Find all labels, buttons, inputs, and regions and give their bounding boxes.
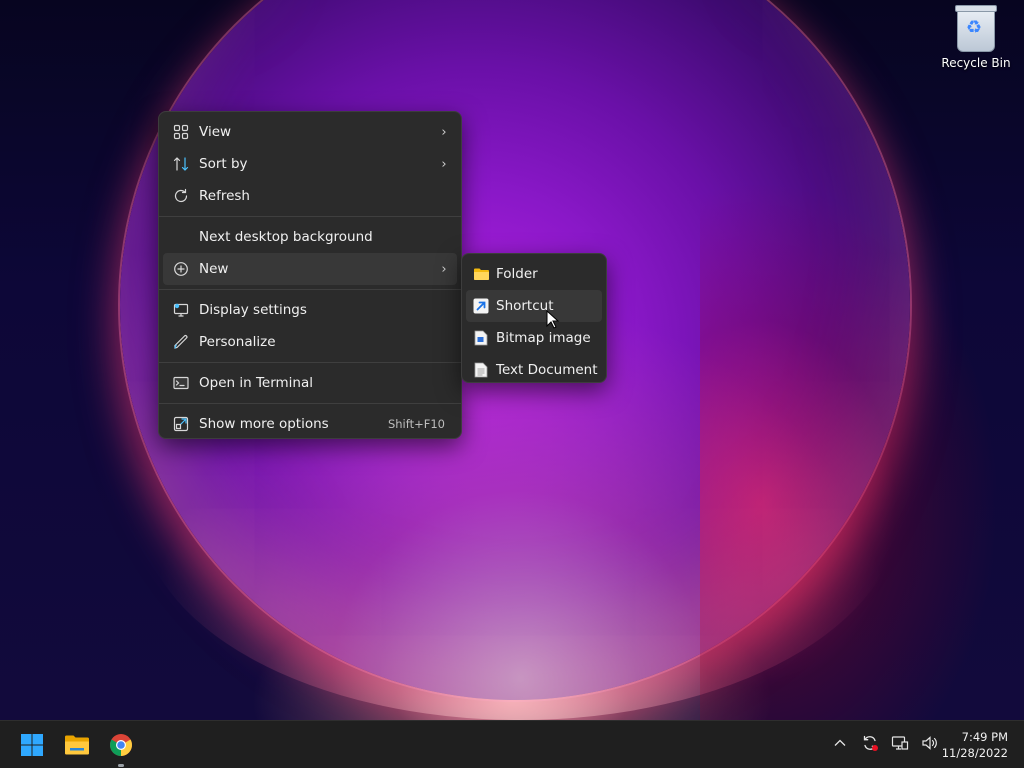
shortcut-icon <box>466 298 496 314</box>
terminal-icon <box>163 375 199 391</box>
windows-start-icon <box>21 734 43 756</box>
system-tray <box>830 733 940 753</box>
start-button[interactable] <box>16 729 48 761</box>
menu-item-sort-by[interactable]: Sort by › <box>163 148 457 180</box>
folder-icon <box>65 735 89 755</box>
refresh-icon <box>163 188 199 204</box>
clock-time: 7:49 PM <box>961 730 1008 744</box>
menu-item-next-desktop-background[interactable]: Next desktop background <box>163 221 457 253</box>
running-indicator <box>118 764 124 767</box>
mouse-cursor-icon <box>546 310 560 329</box>
menu-separator <box>159 289 461 290</box>
text-document-icon <box>466 362 496 378</box>
menu-item-label: Sort by <box>199 156 248 172</box>
view-grid-icon <box>163 124 199 140</box>
menu-separator <box>159 216 461 217</box>
chevron-right-icon: › <box>441 156 447 172</box>
menu-item-open-in-terminal[interactable]: Open in Terminal <box>163 367 457 399</box>
chevron-right-icon: › <box>441 261 447 277</box>
plus-circle-icon <box>163 261 199 277</box>
chrome-icon <box>110 734 132 756</box>
menu-item-refresh[interactable]: Refresh <box>163 180 457 212</box>
menu-separator <box>159 403 461 404</box>
menu-item-label: Personalize <box>199 334 276 350</box>
menu-item-label: Next desktop background <box>199 229 373 245</box>
submenu-item-label: Text Document <box>496 362 598 378</box>
chrome-taskbar-button[interactable] <box>105 729 137 767</box>
submenu-item-folder[interactable]: Folder <box>466 258 602 290</box>
chevron-right-icon: › <box>441 124 447 140</box>
volume-icon[interactable] <box>920 733 940 753</box>
menu-item-label: Show more options <box>199 416 329 432</box>
submenu-item-label: Bitmap image <box>496 330 591 346</box>
file-explorer-taskbar-button[interactable] <box>61 729 93 761</box>
pen-icon <box>163 334 199 350</box>
taskbar: 7:49 PM 11/28/2022 <box>0 720 1024 768</box>
keyboard-shortcut: Shift+F10 <box>387 417 445 431</box>
menu-item-personalize[interactable]: Personalize <box>163 326 457 358</box>
submenu-item-label: Folder <box>496 266 538 282</box>
menu-item-new[interactable]: New › <box>163 253 457 285</box>
clock-date: 11/28/2022 <box>941 746 1008 760</box>
taskbar-clock[interactable]: 7:49 PM 11/28/2022 <box>942 729 1008 761</box>
menu-item-label: View <box>199 124 232 140</box>
folder-icon <box>466 267 496 281</box>
menu-item-display-settings[interactable]: Display settings <box>163 294 457 326</box>
recycle-bin-icon: ♻ <box>955 5 997 52</box>
menu-item-label: Display settings <box>199 302 307 318</box>
submenu-item-text-document[interactable]: Text Document <box>466 354 602 386</box>
menu-separator <box>159 362 461 363</box>
wallpaper-edge-glow <box>700 180 1000 720</box>
menu-item-view[interactable]: View › <box>163 116 457 148</box>
menu-item-label: Refresh <box>199 188 250 204</box>
network-icon[interactable] <box>890 733 910 753</box>
menu-item-label: Open in Terminal <box>199 375 313 391</box>
bitmap-file-icon <box>466 330 496 346</box>
display-settings-icon <box>163 302 199 318</box>
desktop-context-menu: View › Sort by › Refresh Next desktop ba… <box>158 111 462 439</box>
sort-arrows-icon <box>163 156 199 172</box>
new-submenu: Folder Shortcut Bitmap image Text Docume… <box>461 253 607 383</box>
show-more-icon <box>163 416 199 432</box>
submenu-item-bitmap-image[interactable]: Bitmap image <box>466 322 602 354</box>
desktop-icon-label: Recycle Bin <box>941 56 1011 70</box>
desktop-icon-recycle-bin[interactable]: ♻ Recycle Bin <box>940 5 1012 70</box>
submenu-item-shortcut[interactable]: Shortcut <box>466 290 602 322</box>
menu-item-show-more-options[interactable]: Show more options Shift+F10 <box>163 408 457 440</box>
chevron-up-icon[interactable] <box>830 733 850 753</box>
menu-item-label: New <box>199 261 229 277</box>
sync-icon[interactable] <box>860 733 880 753</box>
